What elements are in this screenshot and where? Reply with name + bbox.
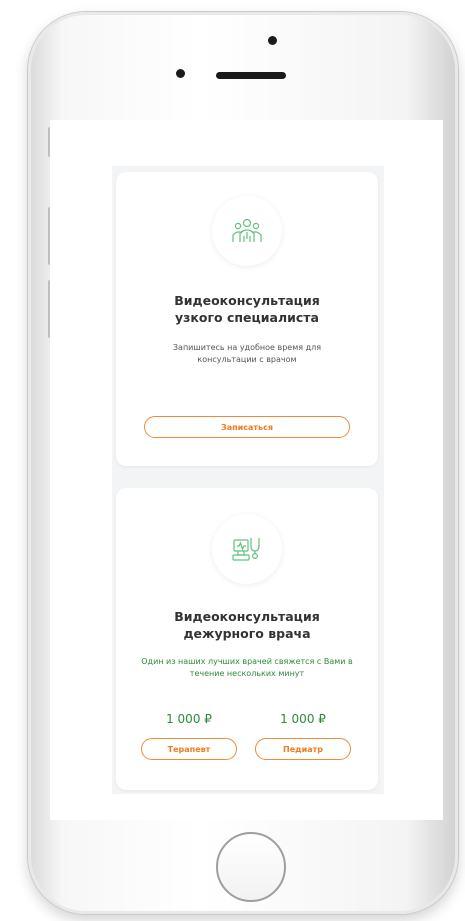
card-title: Видеоконсультация дежурного врача xyxy=(116,608,378,642)
doctors-group-icon xyxy=(232,218,262,242)
desc-line-2: течение нескольких минут xyxy=(189,669,305,678)
title-line-2: узкого специалиста xyxy=(175,310,319,325)
desc-line-1: Один из наших лучших врачей свяжется с В… xyxy=(141,657,353,666)
proximity-sensor xyxy=(176,69,185,78)
title-line-2: дежурного врача xyxy=(183,626,311,641)
therapist-button[interactable]: Терапевт xyxy=(141,738,237,760)
pediatrician-price: 1 000 ₽ xyxy=(280,712,326,726)
desc-line-2: консультации с врачом xyxy=(197,355,297,364)
card-description: Один из наших лучших врачей свяжется с В… xyxy=(122,656,372,680)
cards-container: Видеоконсультация узкого специалиста Зап… xyxy=(112,166,384,794)
therapist-price: 1 000 ₽ xyxy=(166,712,212,726)
pediatrician-button[interactable]: Педиатр xyxy=(255,738,351,760)
title-line-1: Видеоконсультация xyxy=(174,293,320,308)
card-description: Запишитесь на удобное время для консульт… xyxy=(136,342,358,366)
title-line-1: Видеоконсультация xyxy=(174,609,320,624)
narrow-specialist-card: Видеоконсультация узкого специалиста Зап… xyxy=(116,172,378,466)
earpiece-speaker xyxy=(216,72,286,79)
book-button[interactable]: Записаться xyxy=(144,416,350,438)
duty-doctor-card: Видеоконсультация дежурного врача Один и… xyxy=(116,488,378,790)
card-title: Видеоконсультация узкого специалиста xyxy=(116,292,378,326)
icon-circle xyxy=(212,514,282,584)
desc-line-1: Запишитесь на удобное время для xyxy=(172,343,322,352)
icon-circle xyxy=(212,196,282,266)
phone-screen: Видеоконсультация узкого специалиста Зап… xyxy=(50,120,443,820)
home-button[interactable] xyxy=(216,832,286,902)
medical-monitor-stethoscope-icon xyxy=(232,538,260,561)
stage: Видеоконсультация узкого специалиста Зап… xyxy=(0,0,465,921)
front-camera xyxy=(268,36,277,45)
